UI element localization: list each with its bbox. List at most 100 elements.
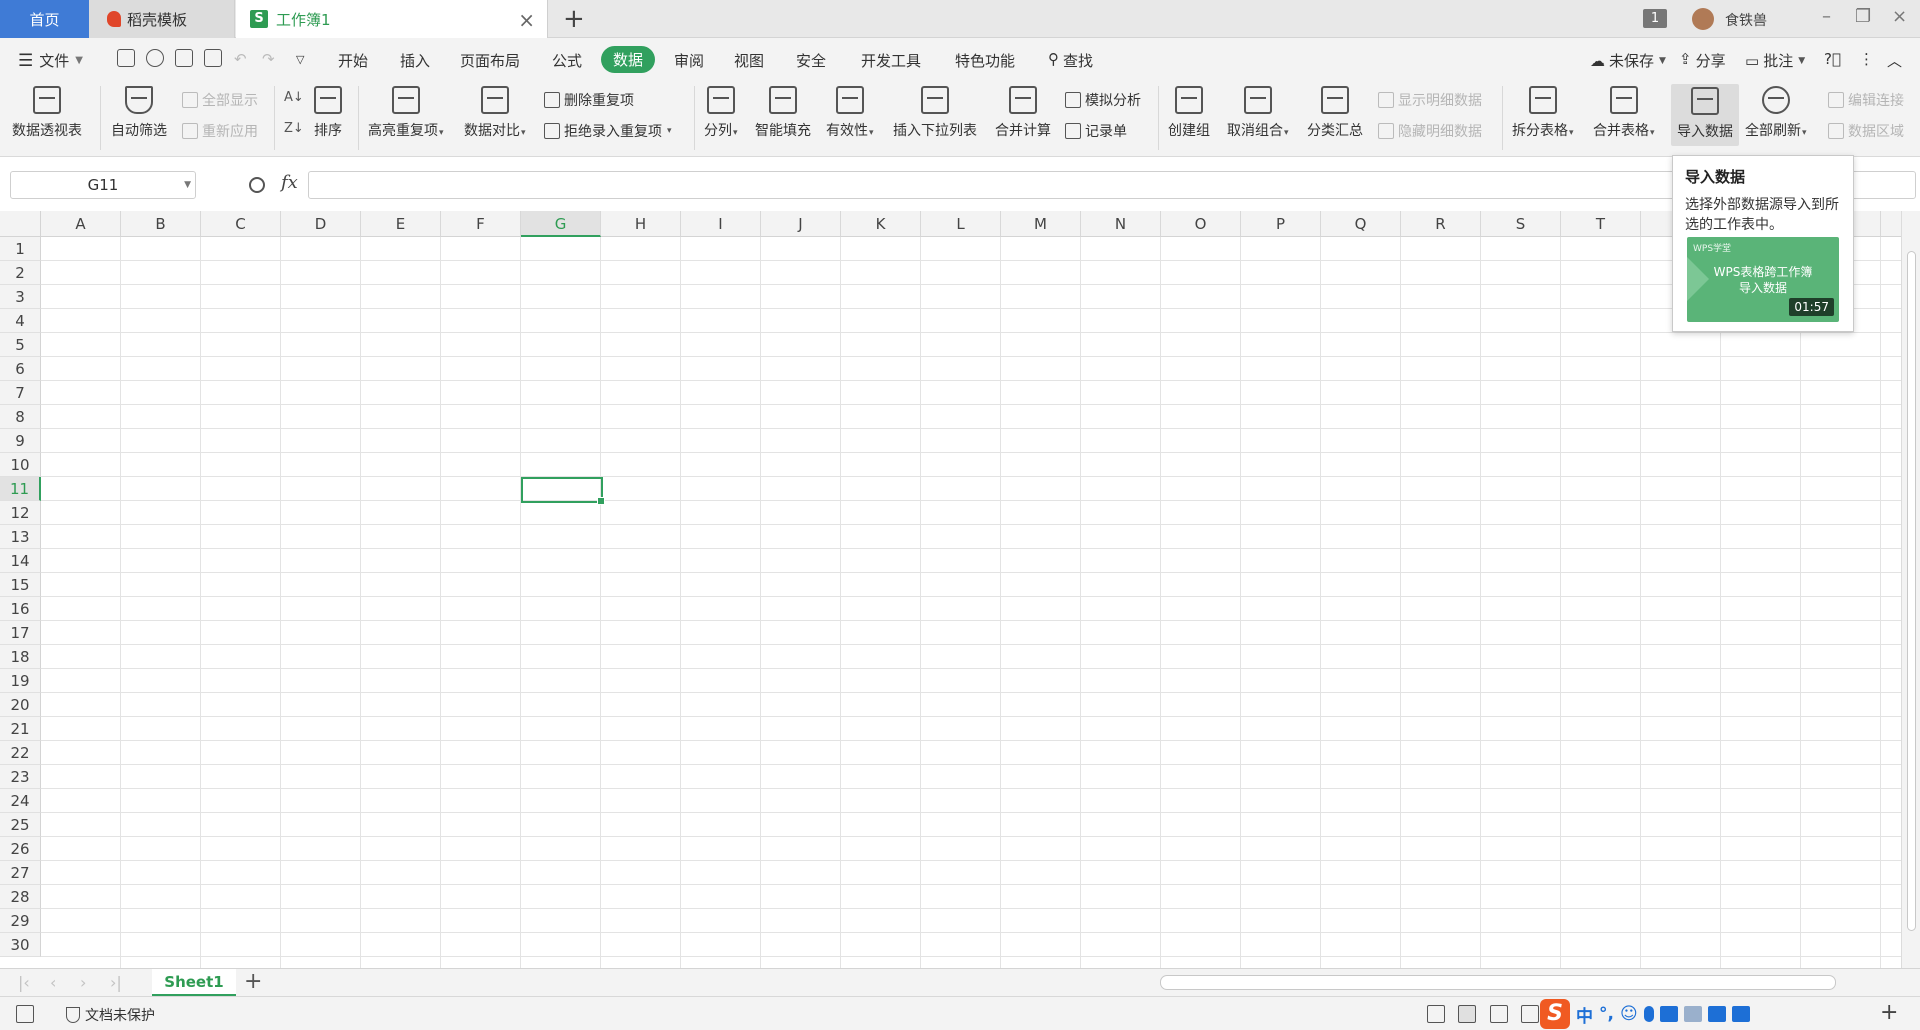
what-if-analysis-button[interactable]: 模拟分析	[1065, 90, 1141, 110]
row-header-27[interactable]: 27	[0, 861, 41, 885]
format-painter-icon[interactable]	[146, 49, 164, 67]
row-header-15[interactable]: 15	[0, 573, 41, 597]
macro-record-icon[interactable]	[16, 1005, 34, 1023]
horizontal-scrollbar[interactable]	[1160, 975, 1836, 990]
row-header-2[interactable]: 2	[0, 261, 41, 285]
more-icon[interactable]: ⋮	[1859, 50, 1874, 68]
show-detail-button[interactable]: 显示明细数据	[1378, 90, 1482, 110]
avatar[interactable]	[1692, 8, 1714, 30]
column-header-q[interactable]: Q	[1321, 211, 1401, 237]
share-button[interactable]: ⇪ 分享	[1679, 50, 1726, 71]
undo-icon[interactable]: ↶	[234, 50, 247, 68]
row-header-9[interactable]: 9	[0, 429, 41, 453]
row-header-26[interactable]: 26	[0, 837, 41, 861]
row-header-16[interactable]: 16	[0, 597, 41, 621]
validity-button[interactable]: 有效性▾	[826, 80, 874, 140]
collapse-ribbon-icon[interactable]: ︿	[1887, 50, 1902, 71]
column-header-n[interactable]: N	[1081, 211, 1161, 237]
reading-mode-icon[interactable]	[1521, 1005, 1539, 1023]
sort-ascending-button[interactable]: A↓	[284, 90, 304, 105]
user-name[interactable]: 食铁兽	[1725, 10, 1767, 30]
redo-icon[interactable]: ↷	[262, 50, 275, 68]
file-menu[interactable]: ☰ 文件 ▼	[18, 50, 83, 71]
autofilter-button[interactable]: 自动筛选	[111, 80, 167, 140]
tab-formula[interactable]: 公式	[552, 50, 582, 71]
close-tab-icon[interactable]: ×	[518, 8, 535, 32]
restore-icon[interactable]: ❐	[1855, 6, 1871, 27]
ime-user-icon[interactable]	[1683, 1006, 1702, 1022]
save-icon[interactable]	[117, 49, 135, 67]
last-sheet-icon[interactable]: ›|	[110, 973, 122, 992]
show-all-button[interactable]: 全部显示	[182, 90, 258, 110]
sort-descending-button[interactable]: Z↓	[284, 121, 304, 136]
insert-dropdown-list-button[interactable]: 插入下拉列表	[893, 80, 977, 140]
column-header-t[interactable]: T	[1561, 211, 1641, 237]
ungroup-button[interactable]: 取消组合▾	[1227, 80, 1289, 140]
row-header-5[interactable]: 5	[0, 333, 41, 357]
page-break-view-icon[interactable]	[1490, 1005, 1508, 1023]
zoom-icon[interactable]	[249, 177, 265, 193]
select-all-corner[interactable]	[0, 211, 41, 237]
vertical-scroll-thumb[interactable]	[1907, 251, 1916, 931]
tab-data[interactable]: 数据	[601, 46, 656, 73]
ime-keyboard-icon[interactable]	[1659, 1006, 1678, 1022]
sort-button[interactable]: 排序	[314, 80, 342, 140]
column-header-b[interactable]: B	[121, 211, 201, 237]
ime-punctuation-toggle[interactable]: °,	[1599, 1004, 1614, 1024]
prev-sheet-icon[interactable]: ‹	[50, 973, 56, 992]
subtotal-button[interactable]: 分类汇总	[1307, 80, 1363, 140]
row-header-7[interactable]: 7	[0, 381, 41, 405]
chevron-down-icon[interactable]: ▼	[184, 172, 191, 198]
active-cell[interactable]	[521, 477, 605, 505]
unsaved-status-button[interactable]: ☁ 未保存 ▼	[1590, 50, 1666, 71]
reapply-button[interactable]: 重新应用	[182, 121, 258, 141]
tab-workbook[interactable]: S 工作簿1 ×	[236, 0, 548, 38]
pivot-table-button[interactable]: 数据透视表	[12, 80, 82, 140]
row-header-6[interactable]: 6	[0, 357, 41, 381]
customize-toolbar-icon[interactable]: ▽	[296, 53, 304, 66]
tab-home[interactable]: 首页	[0, 0, 89, 38]
consolidate-button[interactable]: 合并计算	[995, 80, 1051, 140]
next-sheet-icon[interactable]: ›	[80, 973, 86, 992]
column-header-i[interactable]: I	[681, 211, 761, 237]
print-preview-icon[interactable]	[204, 49, 222, 67]
column-header-e[interactable]: E	[361, 211, 441, 237]
sheet-tab-sheet1[interactable]: Sheet1	[152, 969, 236, 996]
hide-detail-button[interactable]: 隐藏明细数据	[1378, 121, 1482, 141]
comment-button[interactable]: ▭ 批注 ▼	[1745, 50, 1805, 71]
tab-developer[interactable]: 开发工具	[861, 50, 921, 71]
tab-security[interactable]: 安全	[796, 50, 826, 71]
merge-table-button[interactable]: 合并表格▾	[1593, 80, 1655, 140]
column-header-f[interactable]: F	[441, 211, 521, 237]
reject-duplicates-button[interactable]: 拒绝录入重复项 ▾	[544, 121, 672, 141]
column-header-d[interactable]: D	[281, 211, 361, 237]
row-header-3[interactable]: 3	[0, 285, 41, 309]
new-tab-button[interactable]: +	[563, 4, 585, 34]
search-button[interactable]: ⚲ 查找	[1048, 50, 1093, 71]
row-header-4[interactable]: 4	[0, 309, 41, 333]
split-column-button[interactable]: 分列▾	[704, 80, 738, 140]
tab-start[interactable]: 开始	[338, 50, 368, 71]
window-count-badge[interactable]: 1	[1643, 9, 1667, 28]
edit-connection-button[interactable]: 编辑连接	[1828, 90, 1904, 110]
row-header-23[interactable]: 23	[0, 765, 41, 789]
vertical-scrollbar[interactable]	[1901, 211, 1920, 971]
row-header-20[interactable]: 20	[0, 693, 41, 717]
column-header-p[interactable]: P	[1241, 211, 1321, 237]
row-header-25[interactable]: 25	[0, 813, 41, 837]
column-header-s[interactable]: S	[1481, 211, 1561, 237]
row-header-13[interactable]: 13	[0, 525, 41, 549]
ime-toolbox-icon[interactable]	[1731, 1006, 1750, 1022]
row-header-28[interactable]: 28	[0, 885, 41, 909]
refresh-all-button[interactable]: 全部刷新▾	[1745, 80, 1807, 140]
tab-docer-template[interactable]: 稻壳模板	[89, 0, 235, 38]
ime-voice-icon[interactable]	[1643, 1006, 1654, 1022]
tab-review[interactable]: 审阅	[674, 50, 704, 71]
row-header-1[interactable]: 1	[0, 237, 41, 261]
fullscreen-icon[interactable]	[1427, 1005, 1445, 1023]
tab-page-layout[interactable]: 页面布局	[460, 50, 520, 71]
row-header-22[interactable]: 22	[0, 741, 41, 765]
highlight-duplicates-button[interactable]: 高亮重复项▾	[368, 80, 444, 140]
ime-skin-icon[interactable]	[1707, 1006, 1726, 1022]
add-sheet-button[interactable]: +	[244, 969, 262, 994]
